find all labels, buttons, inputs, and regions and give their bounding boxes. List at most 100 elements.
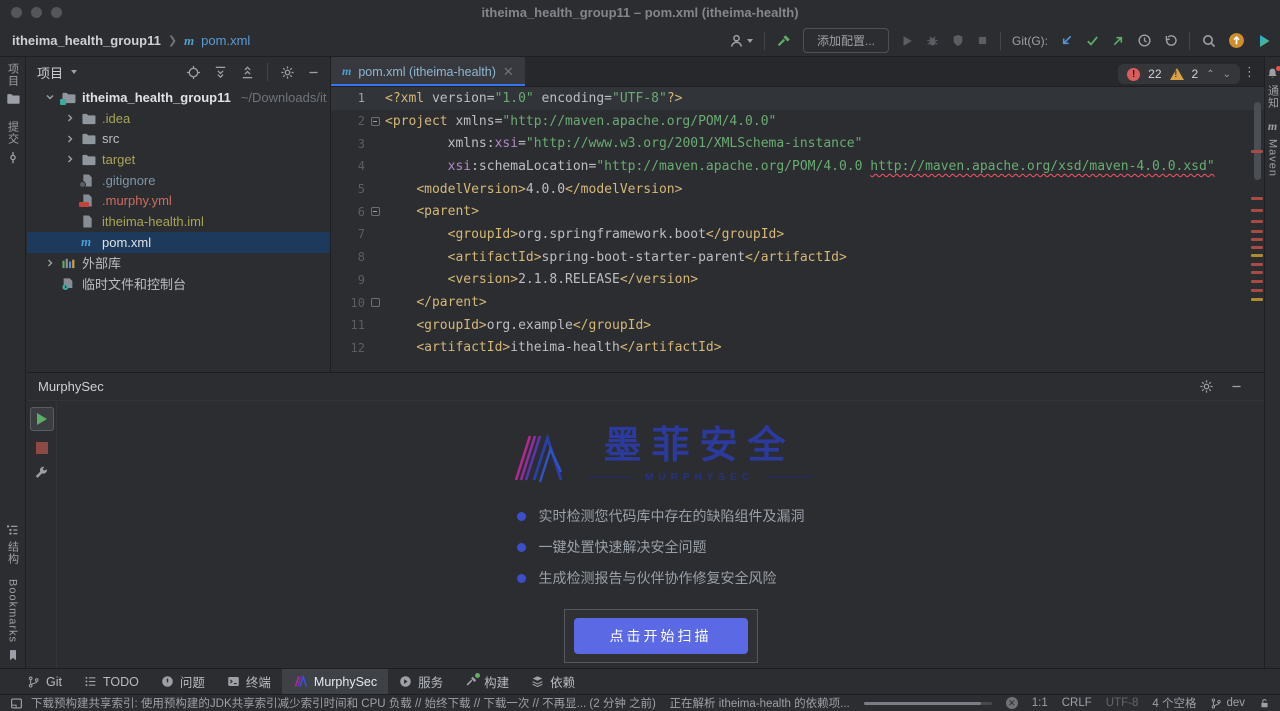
run-configuration-button[interactable]: 添加配置... — [803, 28, 889, 53]
run-icon[interactable] — [900, 34, 914, 48]
stripe-mark-error[interactable] — [1251, 280, 1263, 283]
fold-marker[interactable] — [365, 117, 385, 126]
git-branch-widget[interactable]: dev — [1210, 697, 1245, 710]
stripe-mark-error[interactable] — [1251, 246, 1263, 249]
code-line[interactable]: 5 <modelVersion>4.0.0</modelVersion> — [331, 178, 1264, 201]
hide-panel-icon[interactable] — [1230, 380, 1243, 393]
tool-window-layout-icon[interactable] — [10, 697, 23, 710]
indent-setting[interactable]: 4 个空格 — [1152, 695, 1196, 711]
stripe-mark-error[interactable] — [1251, 197, 1263, 200]
fold-marker[interactable] — [365, 207, 385, 216]
stripe-mark-error[interactable] — [1251, 150, 1263, 153]
code-editor[interactable]: 1<?xml version="1.0" encoding="UTF-8"?>2… — [331, 87, 1264, 359]
locate-file-icon[interactable] — [186, 65, 201, 80]
code-line[interactable]: 10 </parent> — [331, 291, 1264, 314]
debug-icon[interactable] — [925, 33, 940, 48]
stop-icon[interactable] — [976, 34, 989, 47]
tree-row-iml[interactable]: itheima-health.iml — [27, 211, 330, 232]
stripe-mark-error[interactable] — [1251, 209, 1263, 212]
close-tab-icon[interactable]: ✕ — [503, 65, 514, 78]
tree-row-idea[interactable]: .idea — [27, 108, 330, 129]
build-hammer-icon[interactable] — [776, 33, 792, 49]
sidebar-item-maven[interactable]: m Maven — [1267, 119, 1279, 177]
cancel-progress-icon[interactable]: ✕ — [1006, 697, 1018, 709]
editor-scrollbar[interactable] — [1254, 102, 1261, 180]
sidebar-item-project[interactable]: 项目 — [5, 63, 21, 105]
chevron-right-icon[interactable] — [65, 154, 75, 164]
file-encoding[interactable]: UTF-8 — [1106, 697, 1139, 709]
tree-row-external-libraries[interactable]: 外部库 — [27, 253, 330, 274]
tree-row-gitignore[interactable]: .gitignore — [27, 170, 330, 191]
fold-marker[interactable] — [365, 298, 385, 307]
code-line[interactable]: 8 <artifactId>spring-boot-starter-parent… — [331, 246, 1264, 269]
stripe-mark-error[interactable] — [1251, 271, 1263, 274]
breadcrumb-project[interactable]: itheima_health_group11 — [12, 33, 161, 48]
code-line[interactable]: 12 <artifactId>itheima-health</artifactI… — [331, 337, 1264, 360]
tree-row-project-root[interactable]: itheima_health_group11 ~/Downloads/it — [27, 87, 330, 108]
stripe-mark-error[interactable] — [1251, 289, 1263, 292]
status-message[interactable]: 下载预构建共享索引: 使用预构建的JDK共享索引减少索引时间和 CPU 负载 /… — [31, 695, 656, 711]
profile-button[interactable] — [728, 33, 753, 49]
code-line[interactable]: 9 <version>2.1.8.RELEASE</version> — [331, 269, 1264, 292]
next-problem-icon[interactable]: ⌄ — [1223, 69, 1231, 80]
inspections-widget[interactable]: ! 22 2 ⌃ ⌄ — [1118, 64, 1240, 84]
stripe-mark-error[interactable] — [1251, 230, 1263, 233]
code-line[interactable]: 2<project xmlns="http://maven.apache.org… — [331, 110, 1264, 133]
start-scan-button[interactable] — [30, 407, 54, 431]
stripe-mark-warning[interactable] — [1251, 298, 1263, 301]
code-line[interactable]: 6 <parent> — [331, 200, 1264, 223]
stripe-mark-error[interactable] — [1251, 263, 1263, 266]
chevron-down-icon[interactable] — [45, 92, 55, 102]
tab-pom-xml[interactable]: m pom.xml (itheima-health) ✕ — [331, 57, 525, 86]
history-clock-icon[interactable] — [1137, 33, 1152, 48]
tab-problems[interactable]: 问题 — [150, 669, 216, 695]
search-everywhere-icon[interactable] — [1201, 33, 1217, 49]
project-panel-title[interactable]: 项目 — [37, 63, 63, 82]
rollback-icon[interactable] — [1163, 33, 1178, 48]
coverage-icon[interactable] — [951, 33, 965, 48]
code-line[interactable]: 4 xsi:schemaLocation="http://maven.apach… — [331, 155, 1264, 178]
breadcrumb-file[interactable]: pom.xml — [201, 33, 250, 48]
code-line[interactable]: 11 <groupId>org.example</groupId> — [331, 314, 1264, 337]
sidebar-item-structure[interactable]: 结构 — [0, 524, 29, 565]
prev-problem-icon[interactable]: ⌃ — [1206, 69, 1214, 80]
tree-row-src[interactable]: src — [27, 128, 330, 149]
tree-row-scratches[interactable]: 临时文件和控制台 — [27, 273, 330, 294]
expand-all-icon[interactable] — [213, 65, 228, 80]
tab-git[interactable]: Git — [16, 669, 73, 695]
git-push-icon[interactable] — [1111, 33, 1126, 48]
tree-row-murphy-yml[interactable]: .murphy.yml — [27, 190, 330, 211]
tab-build[interactable]: 构建 — [454, 669, 520, 695]
sidebar-item-commit[interactable]: 提交 — [5, 121, 21, 165]
stop-scan-button[interactable] — [36, 442, 48, 454]
code-line[interactable]: 7 <groupId>org.springframework.boot</gro… — [331, 223, 1264, 246]
sidebar-item-bookmarks[interactable]: Bookmarks — [7, 579, 19, 662]
chevron-right-icon[interactable] — [65, 113, 75, 123]
tree-row-target[interactable]: target — [27, 149, 330, 170]
git-update-icon[interactable] — [1059, 33, 1074, 48]
tree-row-pom-xml[interactable]: m pom.xml — [27, 232, 330, 253]
gear-icon[interactable] — [280, 65, 295, 80]
git-commit-check-icon[interactable] — [1085, 33, 1100, 48]
chevron-right-icon[interactable] — [45, 258, 55, 268]
plugin-logo-icon[interactable] — [1256, 33, 1272, 49]
lock-icon[interactable] — [1259, 697, 1270, 710]
tab-options-kebab-icon[interactable]: ⋮ — [1243, 69, 1256, 74]
tab-dependencies[interactable]: 依赖 — [520, 669, 586, 695]
tab-todo[interactable]: TODO — [73, 669, 150, 695]
caret-position[interactable]: 1:1 — [1032, 697, 1048, 709]
wrench-icon[interactable] — [34, 465, 49, 480]
gear-icon[interactable] — [1199, 379, 1214, 394]
stripe-mark-error[interactable] — [1251, 238, 1263, 241]
chevron-right-icon[interactable] — [65, 134, 75, 144]
start-scan-main-button[interactable]: 点击开始扫描 — [574, 618, 748, 654]
code-line[interactable]: 1<?xml version="1.0" encoding="UTF-8"?> — [331, 87, 1264, 110]
update-available-icon[interactable] — [1228, 32, 1245, 49]
collapse-all-icon[interactable] — [240, 65, 255, 80]
sidebar-item-notifications[interactable]: 通知 — [1265, 67, 1280, 109]
hide-panel-icon[interactable] — [307, 66, 320, 79]
line-separator[interactable]: CRLF — [1062, 697, 1092, 709]
tab-terminal[interactable]: 终端 — [216, 669, 282, 695]
code-line[interactable]: 3 xmlns:xsi="http://www.w3.org/2001/XMLS… — [331, 132, 1264, 155]
stripe-mark-error[interactable] — [1251, 220, 1263, 223]
